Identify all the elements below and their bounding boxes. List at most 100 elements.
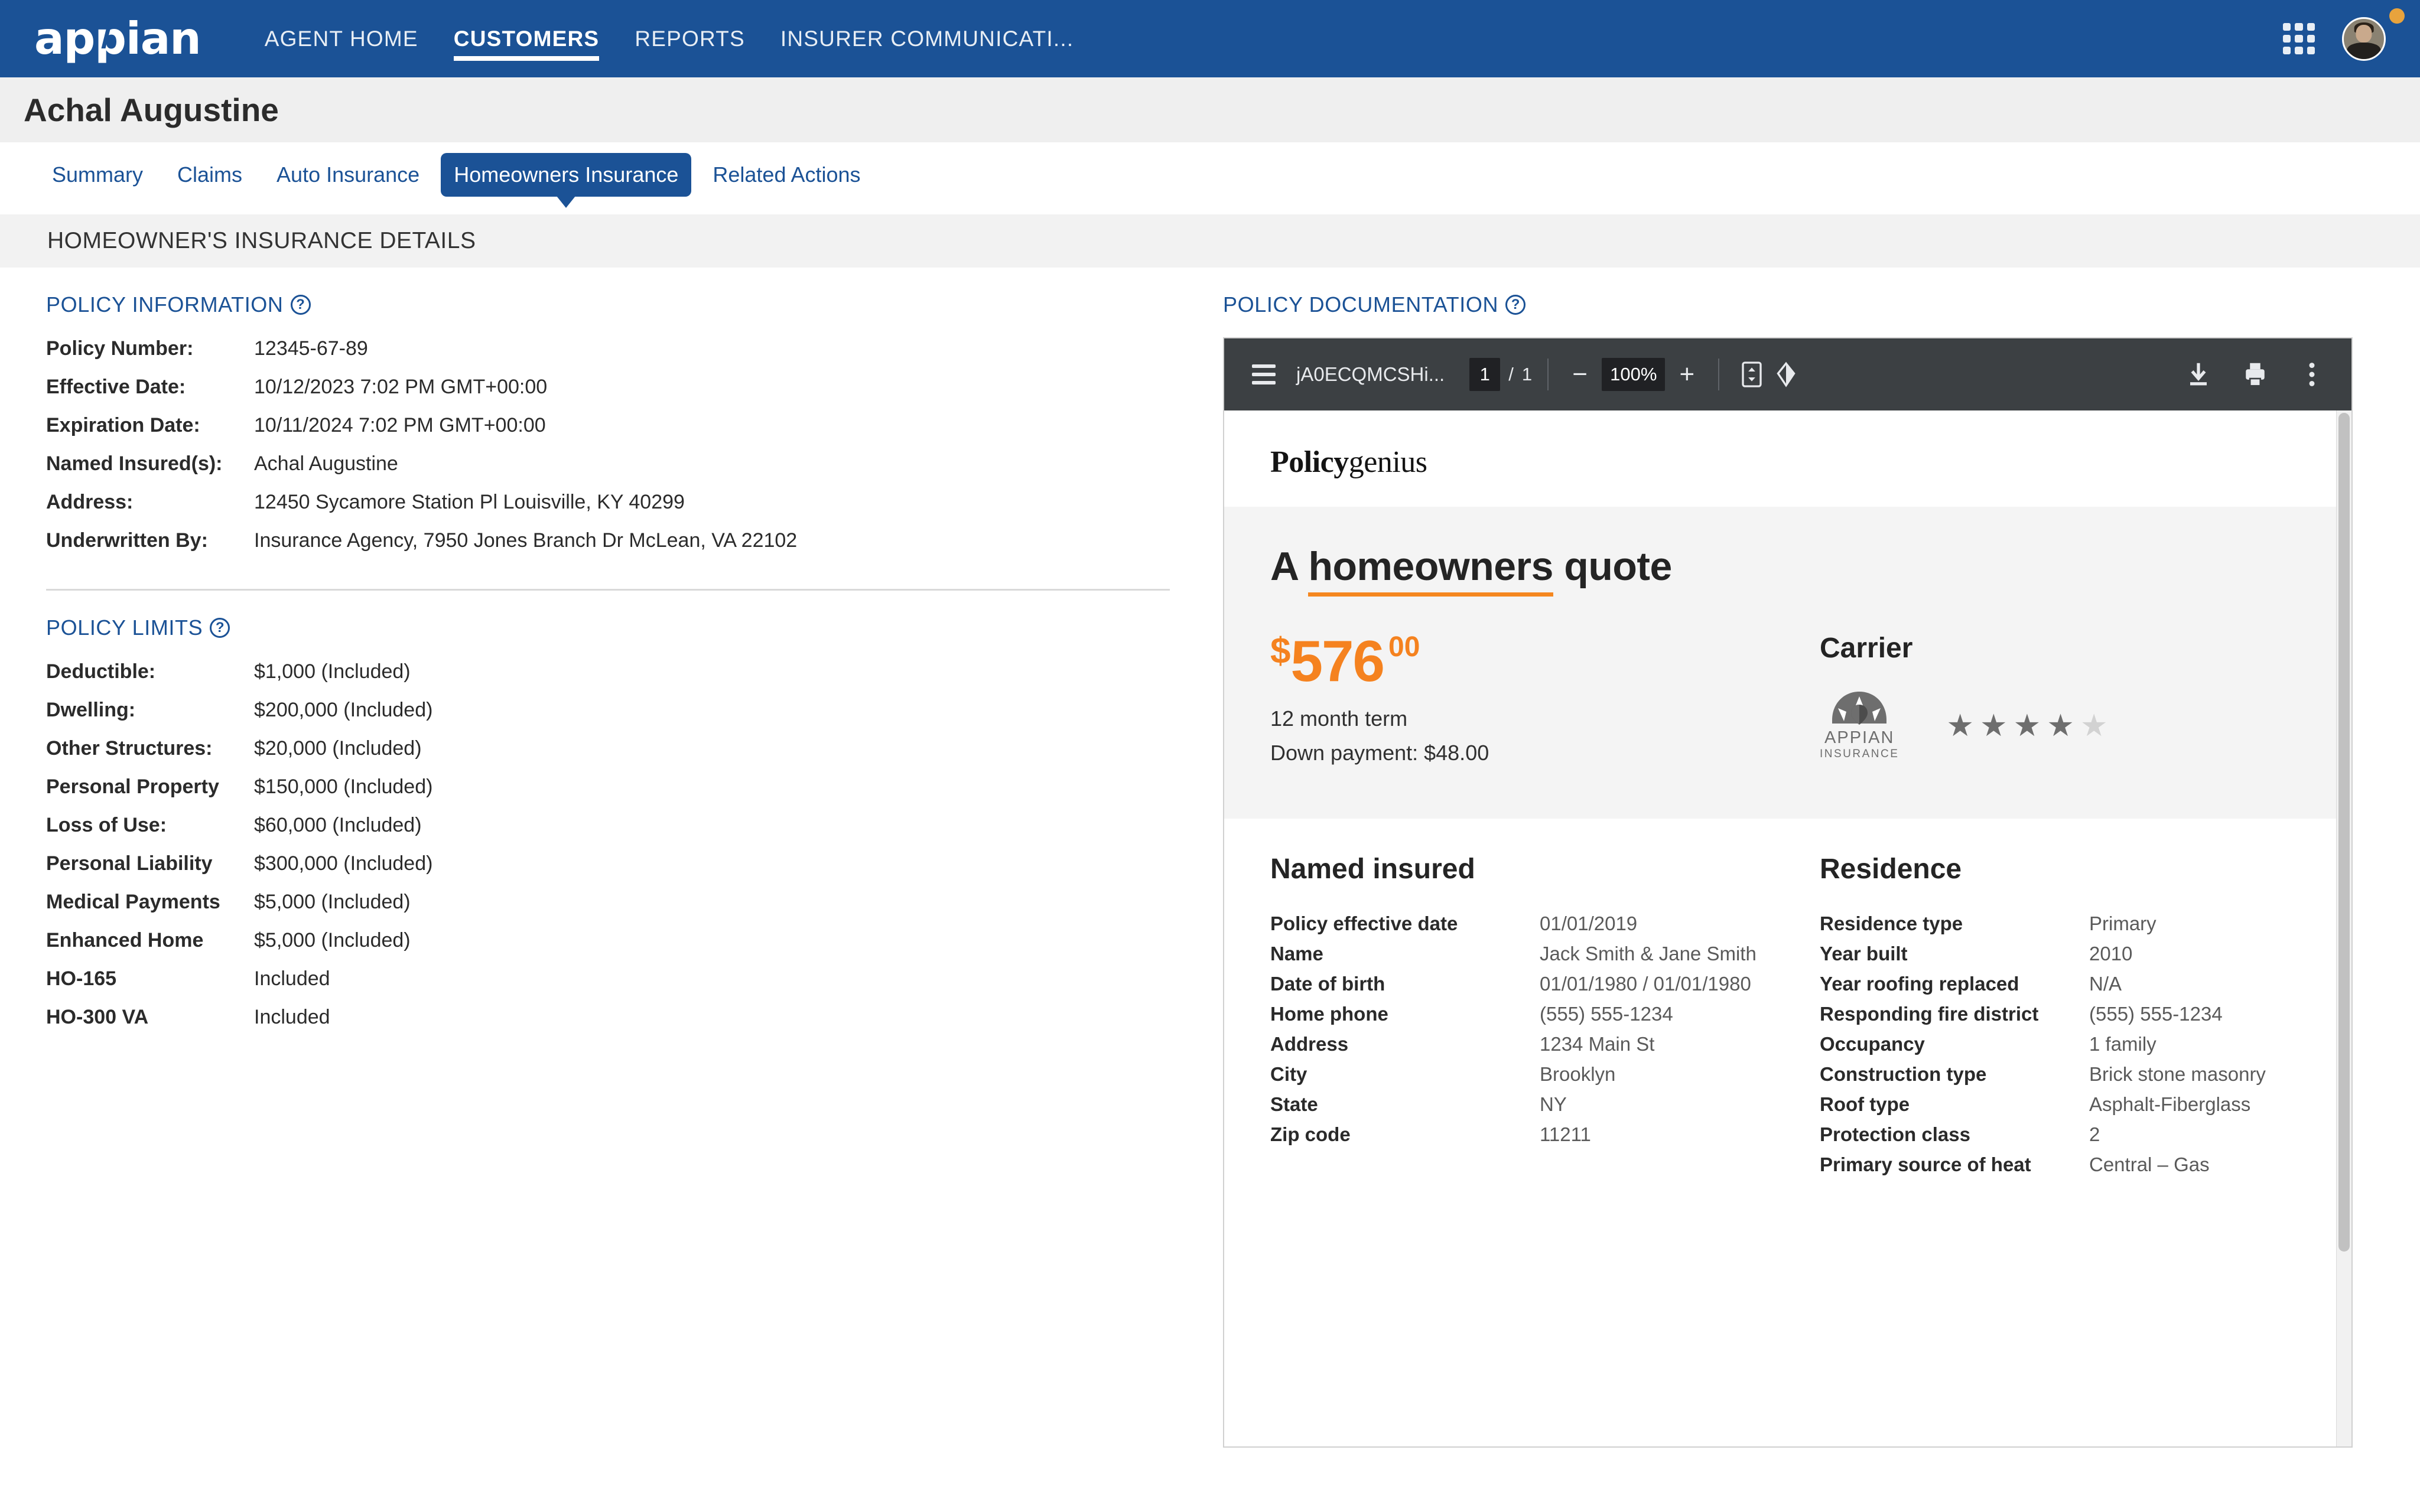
field-label: HO-300 VA (46, 1006, 149, 1028)
logo-slash (101, 18, 113, 48)
nav-item-customers[interactable]: CUSTOMERS (436, 0, 617, 77)
help-icon[interactable]: ? (1505, 295, 1526, 315)
download-icon[interactable] (2181, 357, 2216, 392)
field-label: Personal Property (46, 775, 219, 798)
field-label: Occupancy (1820, 1033, 1925, 1055)
hamburger-menu-icon[interactable] (1247, 357, 1281, 392)
price-currency: $ (1270, 631, 1291, 672)
print-icon[interactable] (2238, 357, 2272, 392)
field-value: 12345-67-89 (254, 337, 368, 360)
nav-item-agent-home[interactable]: AGENT HOME (247, 0, 436, 77)
field-value: 2 (2089, 1123, 2100, 1145)
main-content: POLICY INFORMATION ? Policy Number: 1234… (0, 268, 2420, 1448)
star-icon: ★ (1946, 708, 1975, 743)
field-label: Name (1270, 943, 1323, 964)
tab-related-actions[interactable]: Related Actions (700, 153, 873, 197)
field-value: 12450 Sycamore Station Pl Louisville, KY… (254, 491, 685, 513)
residence-row: Protection class 2 (1820, 1123, 2290, 1153)
section-divider (46, 589, 1170, 591)
nav-item-reports[interactable]: REPORTS (617, 0, 763, 77)
app-grid-icon[interactable] (2283, 22, 2315, 55)
field-value: Included (254, 967, 330, 990)
carrier-logo: APPIAN INSURANCE (1820, 690, 1899, 761)
field-value: $5,000 (Included) (254, 929, 411, 951)
field-label: Year built (1820, 943, 1908, 964)
more-options-icon[interactable] (2295, 357, 2329, 392)
field-label: HO-165 (46, 967, 117, 990)
field-label: Roof type (1820, 1093, 1910, 1115)
pdf-vertical-scrollbar[interactable] (2336, 410, 2351, 1446)
field-label: City (1270, 1063, 1307, 1085)
field-value: 2010 (2089, 943, 2133, 964)
field-label: Other Structures: (46, 737, 213, 760)
quote-heading: A homeowners quote (1270, 543, 2290, 597)
policy-information-list: Policy Number: 12345-67-89 Effective Dat… (46, 337, 1170, 568)
field-value: Insurance Agency, 7950 Jones Branch Dr M… (254, 529, 798, 552)
pdf-viewer: jA0ECQMCSHi... 1 / 1 − 100% + Policygeni… (1223, 337, 2353, 1448)
zoom-level-display[interactable]: 100% (1602, 358, 1666, 391)
tab-homeowners-insurance[interactable]: Homeowners Insurance (441, 153, 692, 197)
zoom-out-button[interactable]: − (1564, 361, 1596, 387)
field-value: Achal Augustine (254, 452, 398, 475)
residence-row: Occupancy 1 family (1820, 1033, 2290, 1063)
field-value: Central – Gas (2089, 1153, 2210, 1175)
field-label: Year roofing replaced (1820, 973, 2019, 995)
policygenius-logo: Policygenius (1270, 445, 2290, 480)
field-value: Included (254, 1006, 330, 1028)
field-value: $150,000 (Included) (254, 775, 433, 798)
carrier-column: Carrier APPIAN INSURANCE ★ ★ ★ ★ ★ (1820, 632, 2290, 761)
avatar-body (2347, 43, 2381, 59)
field-value: (555) 555-1234 (2089, 1003, 2223, 1025)
toolbar-divider (1718, 359, 1720, 390)
field-value: (555) 555-1234 (1540, 1003, 1673, 1025)
policy-info-row: Effective Date: 10/12/2023 7:02 PM GMT+0… (46, 376, 1170, 414)
tab-claims[interactable]: Claims (164, 153, 255, 197)
carrier-rating-stars: ★ ★ ★ ★ ★ (1946, 711, 2107, 741)
tab-summary[interactable]: Summary (39, 153, 156, 197)
help-icon[interactable]: ? (210, 618, 230, 638)
policy-info-row: Named Insured(s): Achal Augustine (46, 452, 1170, 491)
price-and-carrier-row: $576 00 12 month term Down payment: $48.0… (1270, 628, 2290, 775)
document-header: Policygenius (1224, 410, 2336, 507)
field-label: Medical Payments (46, 891, 220, 913)
field-value: 01/01/2019 (1540, 913, 1638, 934)
page-number-input[interactable]: 1 (1469, 358, 1501, 391)
appian-logo[interactable]: appian (34, 17, 201, 61)
field-value: $300,000 (Included) (254, 852, 433, 875)
residence-row: Year built 2010 (1820, 943, 2290, 973)
named-insured-row: Zip code 11211 (1270, 1123, 1820, 1153)
appian-insurance-mark-icon (1831, 690, 1888, 725)
rotate-icon[interactable] (1769, 357, 1803, 392)
carrier-name: APPIAN INSURANCE (1820, 728, 1899, 761)
carrier-name-main: APPIAN (1824, 728, 1895, 747)
pdf-page-content: Policygenius A homeowners quote $576 00 1… (1224, 410, 2336, 1446)
field-label: Construction type (1820, 1063, 1987, 1085)
fit-page-icon[interactable] (1735, 357, 1769, 392)
price-amount: 576 (1290, 628, 1385, 693)
field-label: Primary source of heat (1820, 1153, 2031, 1175)
help-icon[interactable]: ? (290, 295, 311, 315)
field-label: Responding fire district (1820, 1003, 2039, 1025)
page-separator: / (1508, 364, 1514, 384)
residence-row: Primary source of heat Central – Gas (1820, 1153, 2290, 1184)
field-label: Deductible: (46, 660, 156, 683)
toolbar-divider (1547, 359, 1549, 390)
policy-limit-row: Deductible: $1,000 (Included) (46, 660, 1170, 699)
user-avatar[interactable] (2342, 17, 2386, 61)
field-label: Personal Liability (46, 852, 213, 875)
document-quote-band: A homeowners quote $576 00 12 month term … (1224, 507, 2336, 819)
nav-item-insurer-communications[interactable]: INSURER COMMUNICATI... (763, 0, 1091, 77)
zoom-in-button[interactable]: + (1671, 361, 1703, 387)
tab-auto-insurance[interactable]: Auto Insurance (264, 153, 432, 197)
field-label: Protection class (1820, 1123, 1970, 1145)
field-value: $20,000 (Included) (254, 737, 422, 760)
field-value: 10/11/2024 7:02 PM GMT+00:00 (254, 414, 546, 436)
policy-info-row: Address: 12450 Sycamore Station Pl Louis… (46, 491, 1170, 529)
named-insured-row: Address 1234 Main St (1270, 1033, 1820, 1063)
toolbar-right-actions (2181, 357, 2329, 392)
residence-row: Construction type Brick stone masonry (1820, 1063, 2290, 1093)
pdf-scrollbar-thumb[interactable] (2338, 413, 2350, 1252)
quote-heading-underlined: homeowners (1308, 544, 1553, 597)
notification-badge-dot[interactable] (2389, 8, 2405, 24)
policy-limit-row: HO-300 VA Included (46, 1006, 1170, 1044)
